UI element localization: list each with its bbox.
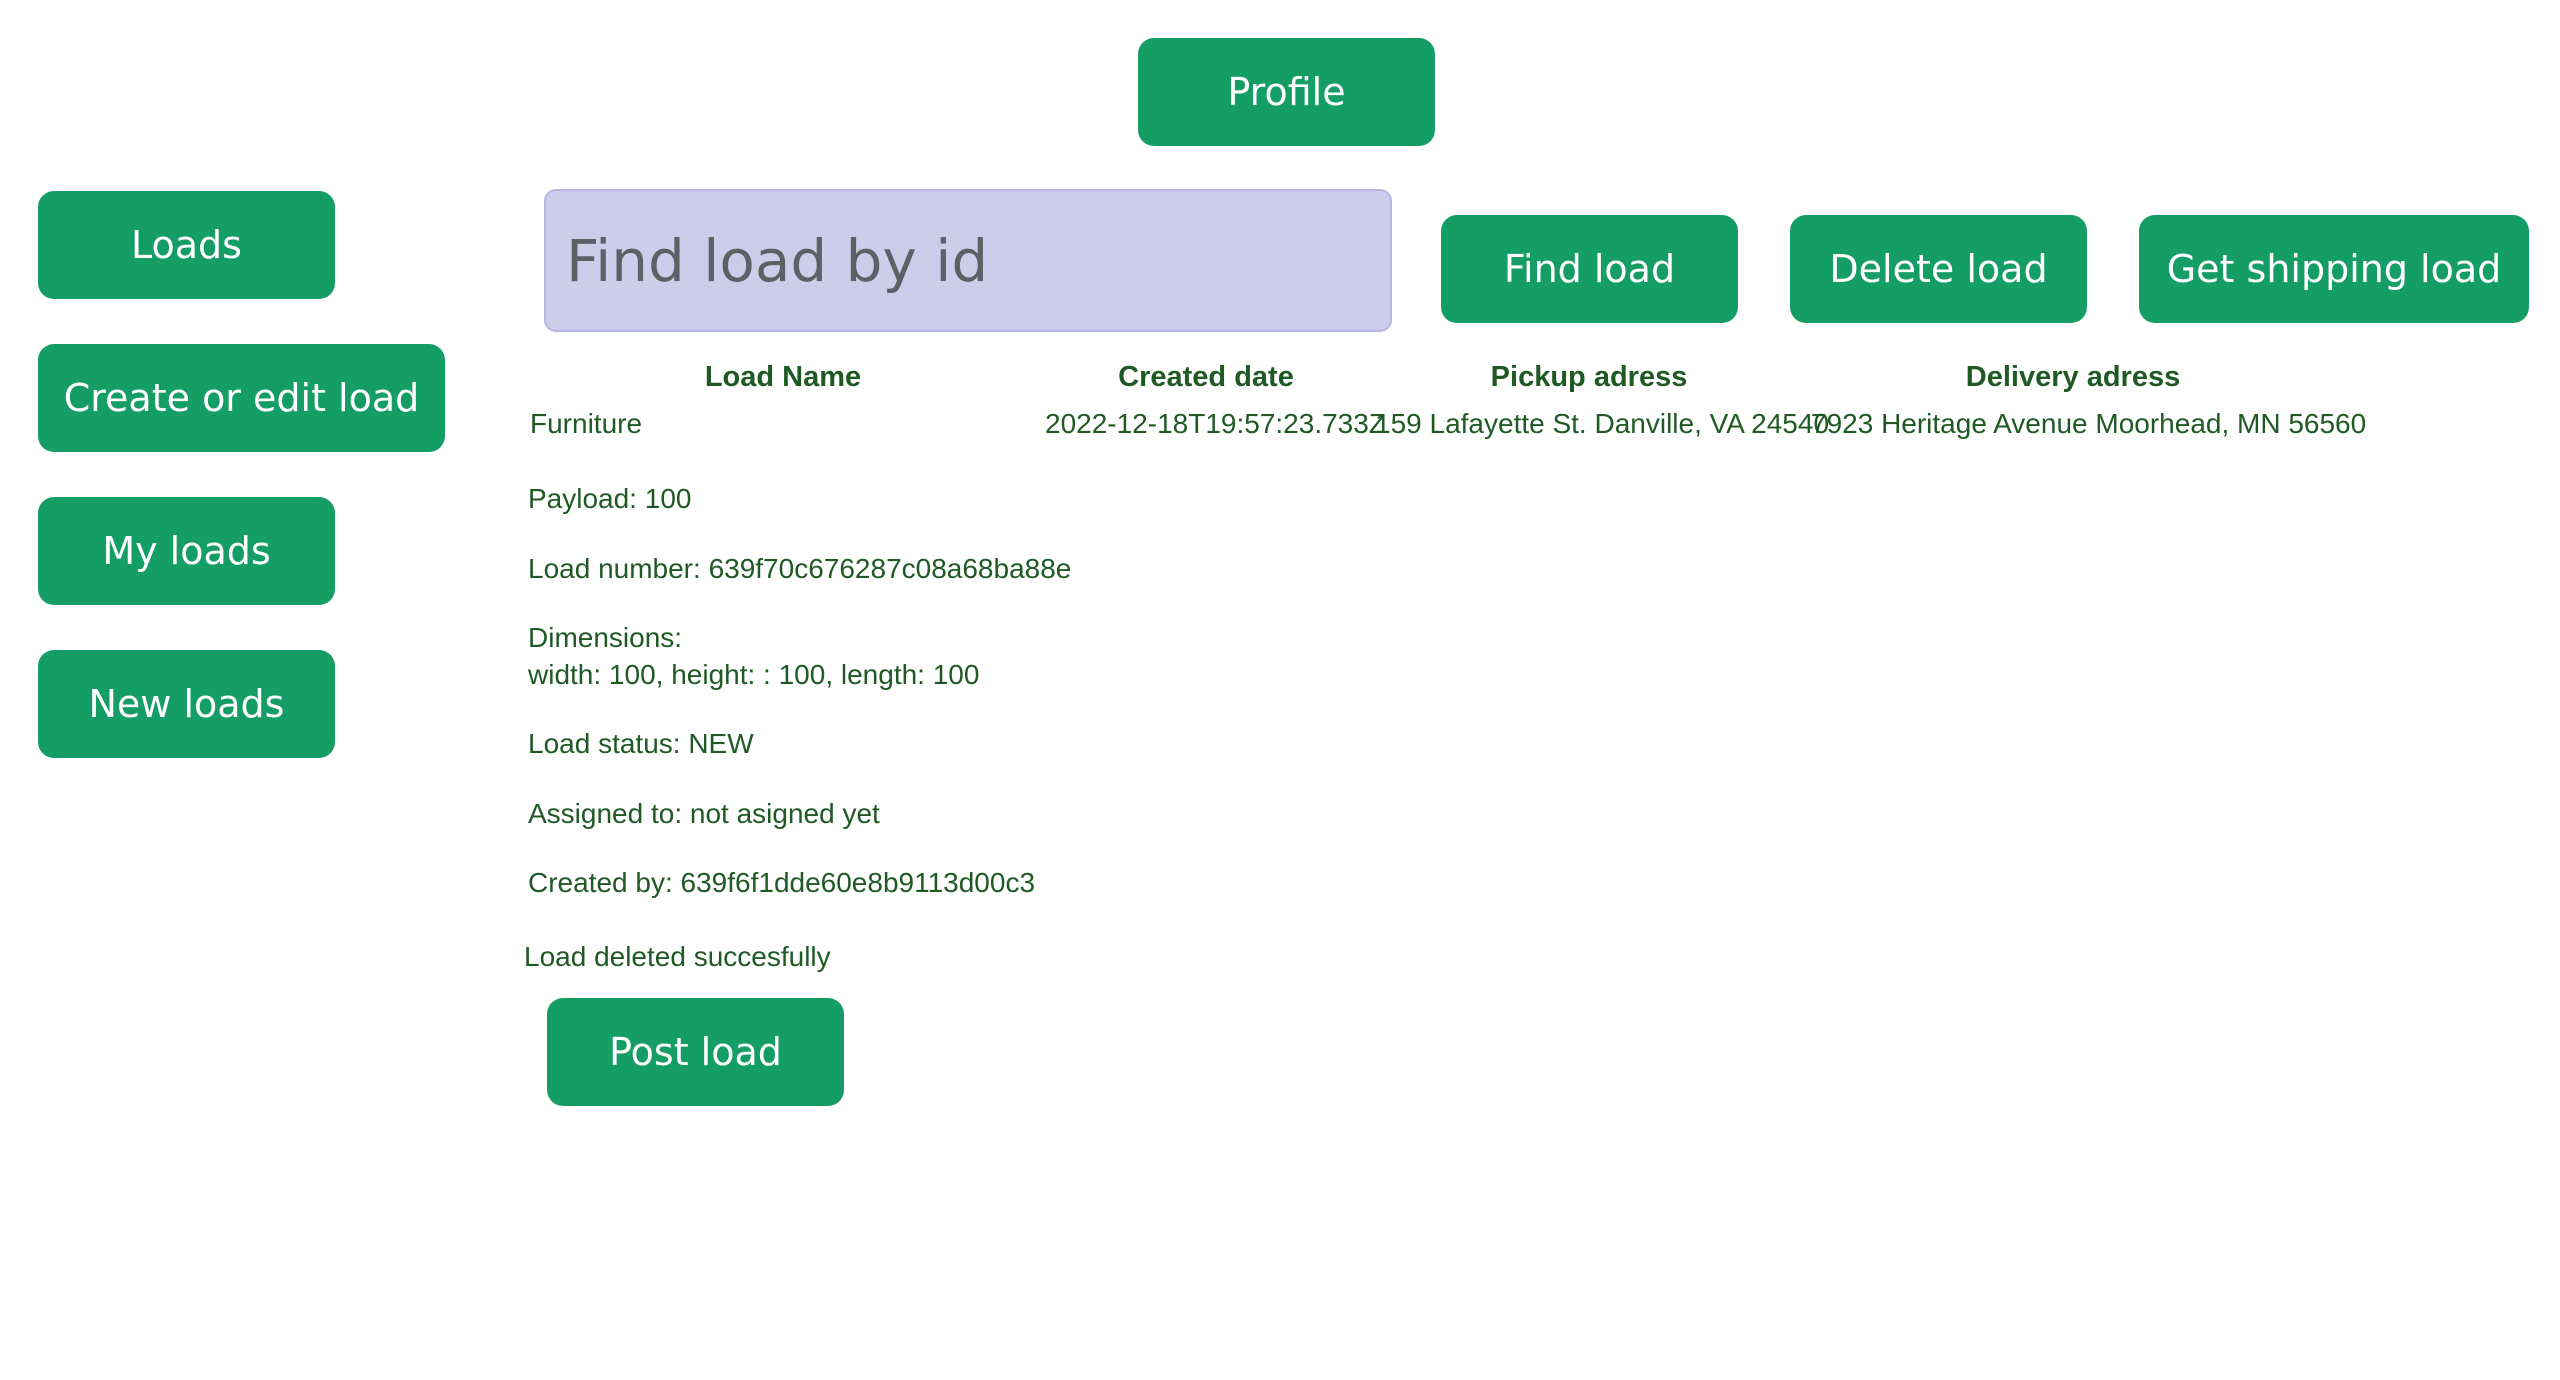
assigned-to-text: Assigned to: not asigned yet	[528, 798, 880, 829]
post-load-button[interactable]: Post load	[547, 998, 844, 1106]
get-shipping-load-button[interactable]: Get shipping load	[2139, 215, 2529, 323]
column-header-created-date: Created date	[1118, 361, 1294, 393]
profile-button[interactable]: Profile	[1138, 38, 1435, 146]
created-by-text: Created by: 639f6f1dde60e8b9113d00c3	[528, 867, 1036, 898]
cell-created-date: 2022-12-18T19:57:23.733Z	[1045, 408, 1386, 439]
sidebar-item-loads[interactable]: Loads	[38, 191, 335, 299]
cell-pickup-adress: 159 Lafayette St. Danville, VA 24540	[1375, 408, 1830, 439]
load-number-text: Load number: 639f70c676287c08a68ba88e	[528, 553, 1072, 584]
dimensions-value: width: 100, height: : 100, length: 100	[528, 659, 980, 690]
sidebar-item-new-loads[interactable]: New loads	[38, 650, 335, 758]
cell-delivery-adress: 7923 Heritage Avenue Moorhead, MN 56560	[1811, 408, 2367, 439]
dimensions-label: Dimensions:	[528, 622, 683, 653]
status-message: Load deleted succesfully	[524, 941, 831, 972]
payload-text: Payload: 100	[528, 483, 692, 514]
column-header-delivery-adress: Delivery adress	[1965, 361, 2181, 393]
column-header-pickup-adress: Pickup adress	[1490, 361, 1688, 393]
delete-load-button[interactable]: Delete load	[1790, 215, 2087, 323]
sidebar-item-create-or-edit-load[interactable]: Create or edit load	[38, 344, 445, 452]
find-load-button[interactable]: Find load	[1441, 215, 1738, 323]
column-header-load-name: Load Name	[704, 361, 862, 393]
load-status-text: Load status: NEW	[528, 728, 754, 759]
sidebar-item-my-loads[interactable]: My loads	[38, 497, 335, 605]
search-input[interactable]	[544, 189, 1392, 332]
cell-load-name: Furniture	[530, 408, 643, 439]
